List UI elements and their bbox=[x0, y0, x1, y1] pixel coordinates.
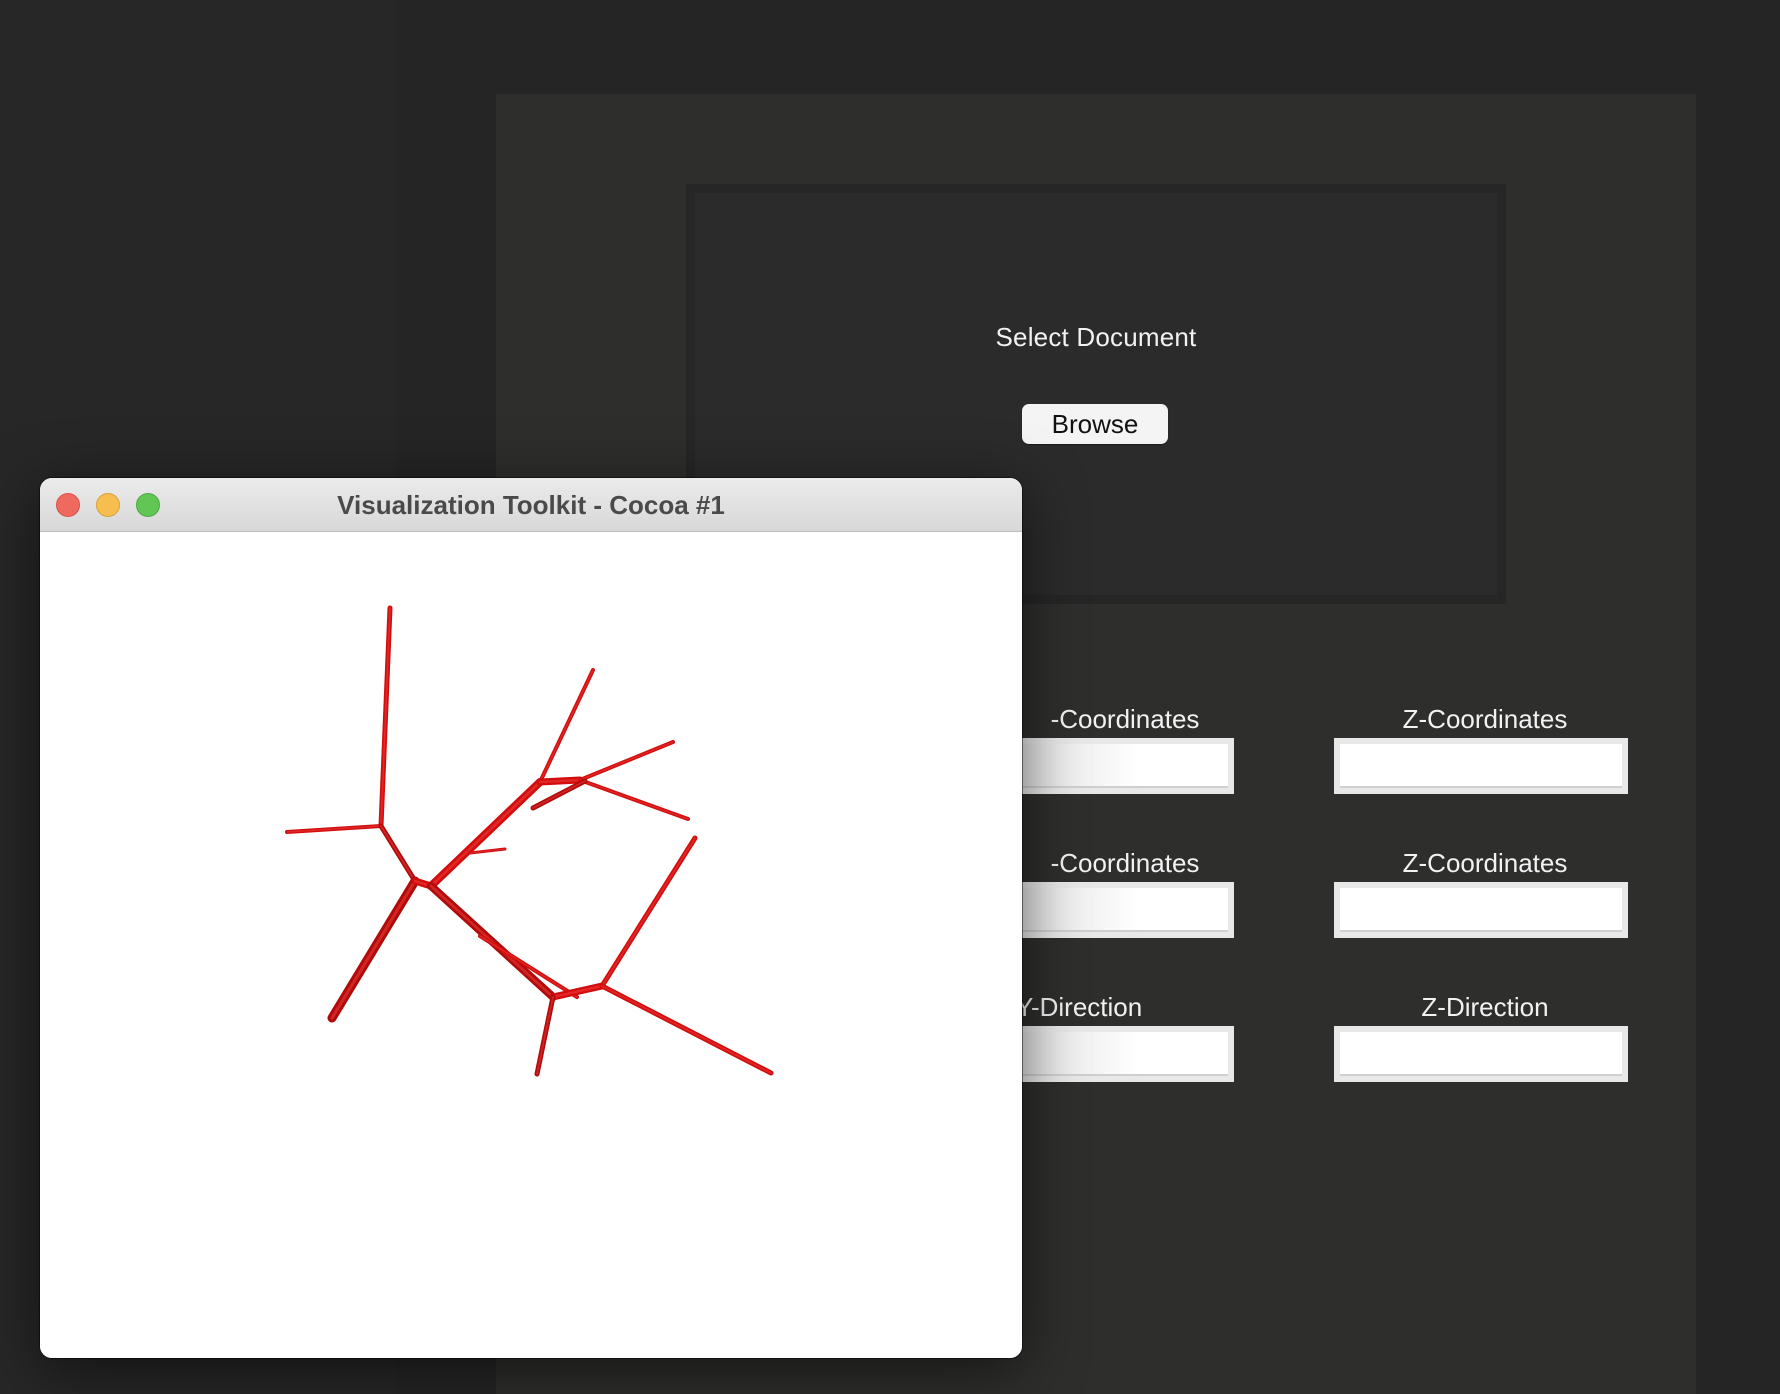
branch-highlight bbox=[286, 825, 382, 833]
branch-highlight bbox=[601, 837, 696, 987]
desktop: Select Document Browse -Coordinates Z-Co… bbox=[0, 0, 1780, 1394]
vtk-render-window[interactable]: Visualization Toolkit - Cocoa #1 bbox=[40, 478, 1022, 1358]
branch-highlight bbox=[579, 741, 674, 781]
x-coordinates-input[interactable] bbox=[1000, 738, 1234, 794]
browse-button[interactable]: Browse bbox=[1022, 404, 1168, 444]
z-direction-input[interactable] bbox=[1334, 1026, 1628, 1082]
x-coordinates-input-2[interactable] bbox=[1000, 882, 1234, 938]
y-direction-input[interactable] bbox=[1000, 1026, 1234, 1082]
x-coordinates-label: -Coordinates bbox=[1050, 704, 1200, 734]
window-titlebar[interactable]: Visualization Toolkit - Cocoa #1 bbox=[40, 478, 1022, 532]
branch-highlight bbox=[479, 935, 578, 998]
branch-highlight bbox=[429, 780, 542, 888]
z-coordinates-label-2: Z-Coordinates bbox=[1402, 848, 1568, 878]
z-direction-label: Z-Direction bbox=[1421, 992, 1549, 1022]
window-title: Visualization Toolkit - Cocoa #1 bbox=[337, 490, 725, 520]
z-coordinates-input[interactable] bbox=[1334, 738, 1628, 794]
branch-highlight bbox=[536, 996, 554, 1075]
y-direction-label: Y-Direction bbox=[1016, 992, 1143, 1022]
branch-highlight bbox=[601, 985, 772, 1074]
render-viewport[interactable] bbox=[40, 532, 1022, 1358]
select-document-title: Select Document bbox=[995, 322, 1197, 352]
render-scene bbox=[285, 605, 774, 1077]
branch-highlight bbox=[579, 779, 689, 820]
z-coordinates-label: Z-Coordinates bbox=[1402, 704, 1568, 734]
branch-highlight bbox=[539, 669, 594, 783]
z-coordinates-input-2[interactable] bbox=[1334, 882, 1628, 938]
x-coordinates-label-2: -Coordinates bbox=[1050, 848, 1200, 878]
branch-highlight bbox=[380, 607, 391, 827]
branch-highlight bbox=[380, 825, 416, 882]
branch-highlight bbox=[330, 879, 417, 1020]
